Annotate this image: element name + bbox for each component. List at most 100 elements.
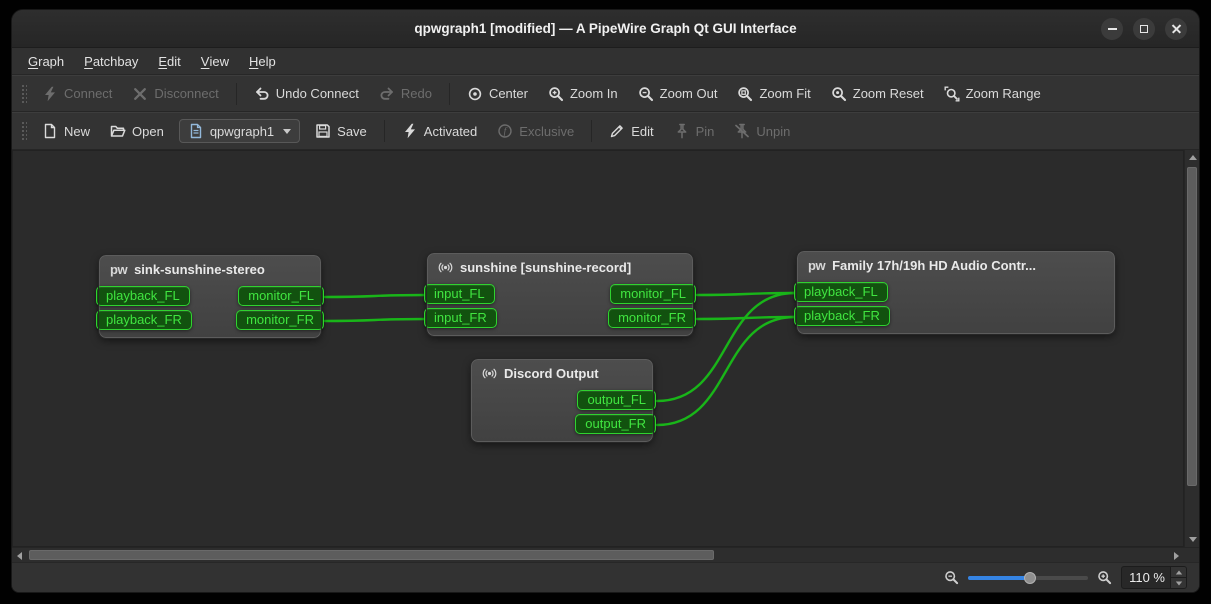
menu-patchbay[interactable]: Patchbay xyxy=(74,48,148,74)
toolbar-button-pin[interactable]: Pin xyxy=(665,118,724,144)
toolbar-button-zoom-reset[interactable]: Zoom Reset xyxy=(822,81,933,107)
toolbar-button-activated[interactable]: Activated xyxy=(393,118,486,144)
spin-down-button[interactable] xyxy=(1171,577,1186,588)
node-ports: input_FLmonitor_FLinput_FRmonitor_FR xyxy=(438,284,682,328)
close-button[interactable] xyxy=(1165,18,1187,40)
toolbar-button-new[interactable]: New xyxy=(33,118,99,144)
close-icon xyxy=(1171,23,1182,34)
node-header: pwFamily 17h/19h HD Audio Contr... xyxy=(808,252,1104,278)
port-output_FL[interactable]: output_FL xyxy=(577,390,656,410)
zoom-slider-handle[interactable] xyxy=(1024,572,1036,584)
toolbar-button-label: Zoom In xyxy=(570,86,618,101)
connection-wire[interactable] xyxy=(325,295,425,297)
vertical-scroll-track[interactable] xyxy=(1185,165,1199,532)
toolbar-separator xyxy=(591,120,592,142)
node-discord[interactable]: Discord Outputoutput_FLoutput_FR xyxy=(471,359,653,442)
toolbar-button-save[interactable]: Save xyxy=(306,118,376,144)
toolbar-button-label: Zoom Out xyxy=(660,86,718,101)
toolbar-button-connect[interactable]: Connect xyxy=(33,81,121,107)
broadcast-icon xyxy=(482,366,497,381)
menu-graph[interactable]: Graph xyxy=(18,48,74,74)
zoom-spinbox[interactable]: 110 % xyxy=(1121,566,1187,589)
bolt-icon xyxy=(42,86,58,102)
port-playback_FL[interactable]: playback_FL xyxy=(794,282,888,302)
titlebar[interactable]: qpwgraph1 [modified] — A PipeWire Graph … xyxy=(12,10,1199,48)
mag-minus-icon xyxy=(638,86,654,102)
node-header: pwsink-sunshine-stereo xyxy=(110,256,310,282)
toolbar-button-undo-connect[interactable]: Undo Connect xyxy=(245,81,368,107)
scroll-down-button[interactable] xyxy=(1185,532,1200,547)
horizontal-scroll-handle[interactable] xyxy=(29,550,714,560)
toolbar-button-open[interactable]: Open xyxy=(101,118,173,144)
toolbar-button-label: Zoom Reset xyxy=(853,86,924,101)
toolbar-button-disconnect[interactable]: Disconnect xyxy=(123,81,227,107)
connection-wire[interactable] xyxy=(325,319,425,321)
zoom-slider[interactable] xyxy=(968,571,1088,585)
port-row: playback_FRmonitor_FR xyxy=(110,310,310,330)
node-sunshine[interactable]: sunshine [sunshine-record]input_FLmonito… xyxy=(427,253,693,336)
port-output_FR[interactable]: output_FR xyxy=(575,414,656,434)
menu-view[interactable]: View xyxy=(191,48,239,74)
canvas[interactable]: pwsink-sunshine-stereoplayback_FLmonitor… xyxy=(12,150,1184,547)
zoom-in-icon[interactable] xyxy=(1097,570,1112,585)
toolbar-handle[interactable] xyxy=(20,120,27,142)
toolbar-button-label: Unpin xyxy=(756,124,790,139)
toolbar-button-unpin[interactable]: Unpin xyxy=(725,118,799,144)
toolbar-main: ConnectDisconnect Undo Connect Redo Center Z… xyxy=(12,75,1199,112)
scroll-right-button[interactable] xyxy=(1169,548,1184,563)
port-playback_FL[interactable]: playback_FL xyxy=(96,286,190,306)
toolbar-button-label: Redo xyxy=(401,86,432,101)
scroll-left-button[interactable] xyxy=(12,548,27,563)
port-playback_FR[interactable]: playback_FR xyxy=(96,310,192,330)
toolbar-button-label: Exclusive xyxy=(519,124,574,139)
node-ports: playback_FLplayback_FR xyxy=(808,282,1104,326)
toolbar-button-zoom-fit[interactable]: Zoom Fit xyxy=(728,81,819,107)
port-monitor_FL[interactable]: monitor_FL xyxy=(610,284,696,304)
minimize-button[interactable] xyxy=(1101,18,1123,40)
toolbar-button-patchbay-current[interactable]: qpwgraph1 xyxy=(179,119,300,143)
horizontal-scroll-track[interactable] xyxy=(27,548,1169,562)
node-header: sunshine [sunshine-record] xyxy=(438,254,682,280)
vertical-scrollbar[interactable] xyxy=(1184,150,1199,547)
toolbar-button-redo[interactable]: Redo xyxy=(370,81,441,107)
menu-help[interactable]: Help xyxy=(239,48,286,74)
toolbar-separator xyxy=(449,83,450,105)
zoom-out-icon[interactable] xyxy=(944,570,959,585)
port-playback_FR[interactable]: playback_FR xyxy=(794,306,890,326)
toolbar-separator xyxy=(236,83,237,105)
menu-edit[interactable]: Edit xyxy=(148,48,190,74)
port-monitor_FL[interactable]: monitor_FL xyxy=(238,286,324,306)
node-family[interactable]: pwFamily 17h/19h HD Audio Contr... playba… xyxy=(797,251,1115,334)
unpin-icon xyxy=(734,123,750,139)
spin-down-icon xyxy=(1175,581,1181,585)
scroll-up-button[interactable] xyxy=(1185,150,1200,165)
toolbar-separator xyxy=(384,120,385,142)
maximize-button[interactable] xyxy=(1133,18,1155,40)
arrow-left-icon xyxy=(17,552,22,560)
node-sink[interactable]: pwsink-sunshine-stereoplayback_FLmonitor… xyxy=(99,255,321,338)
toolbar-button-zoom-range[interactable]: Zoom Range xyxy=(935,81,1050,107)
toolbar-handle[interactable] xyxy=(20,83,27,105)
toolbar-button-exclusive[interactable]: Exclusive xyxy=(488,118,583,144)
toolbar-button-zoom-out[interactable]: Zoom Out xyxy=(629,81,727,107)
vertical-scroll-handle[interactable] xyxy=(1187,167,1197,486)
toolbar-button-edit[interactable]: Edit xyxy=(600,118,662,144)
zoom-slider-fill xyxy=(968,576,1030,580)
port-input_FR[interactable]: input_FR xyxy=(424,308,497,328)
toolbar-button-label: Pin xyxy=(696,124,715,139)
port-row: playback_FLmonitor_FL xyxy=(110,286,310,306)
arrow-up-icon xyxy=(1189,155,1197,160)
node-ports: playback_FLmonitor_FL playback_FRmonitor_… xyxy=(110,286,310,330)
zoom-value[interactable]: 110 % xyxy=(1122,567,1170,588)
horizontal-scrollbar[interactable] xyxy=(12,548,1184,562)
spin-up-button[interactable] xyxy=(1171,567,1186,577)
toolbar-button-center[interactable]: Center xyxy=(458,81,537,107)
toolbar-button-zoom-in[interactable]: Zoom In xyxy=(539,81,627,107)
toolbar-button-label: Center xyxy=(489,86,528,101)
port-input_FL[interactable]: input_FL xyxy=(424,284,495,304)
x-icon xyxy=(132,86,148,102)
pin-icon xyxy=(674,123,690,139)
bolt-icon xyxy=(402,123,418,139)
port-monitor_FR[interactable]: monitor_FR xyxy=(608,308,696,328)
port-monitor_FR[interactable]: monitor_FR xyxy=(236,310,324,330)
